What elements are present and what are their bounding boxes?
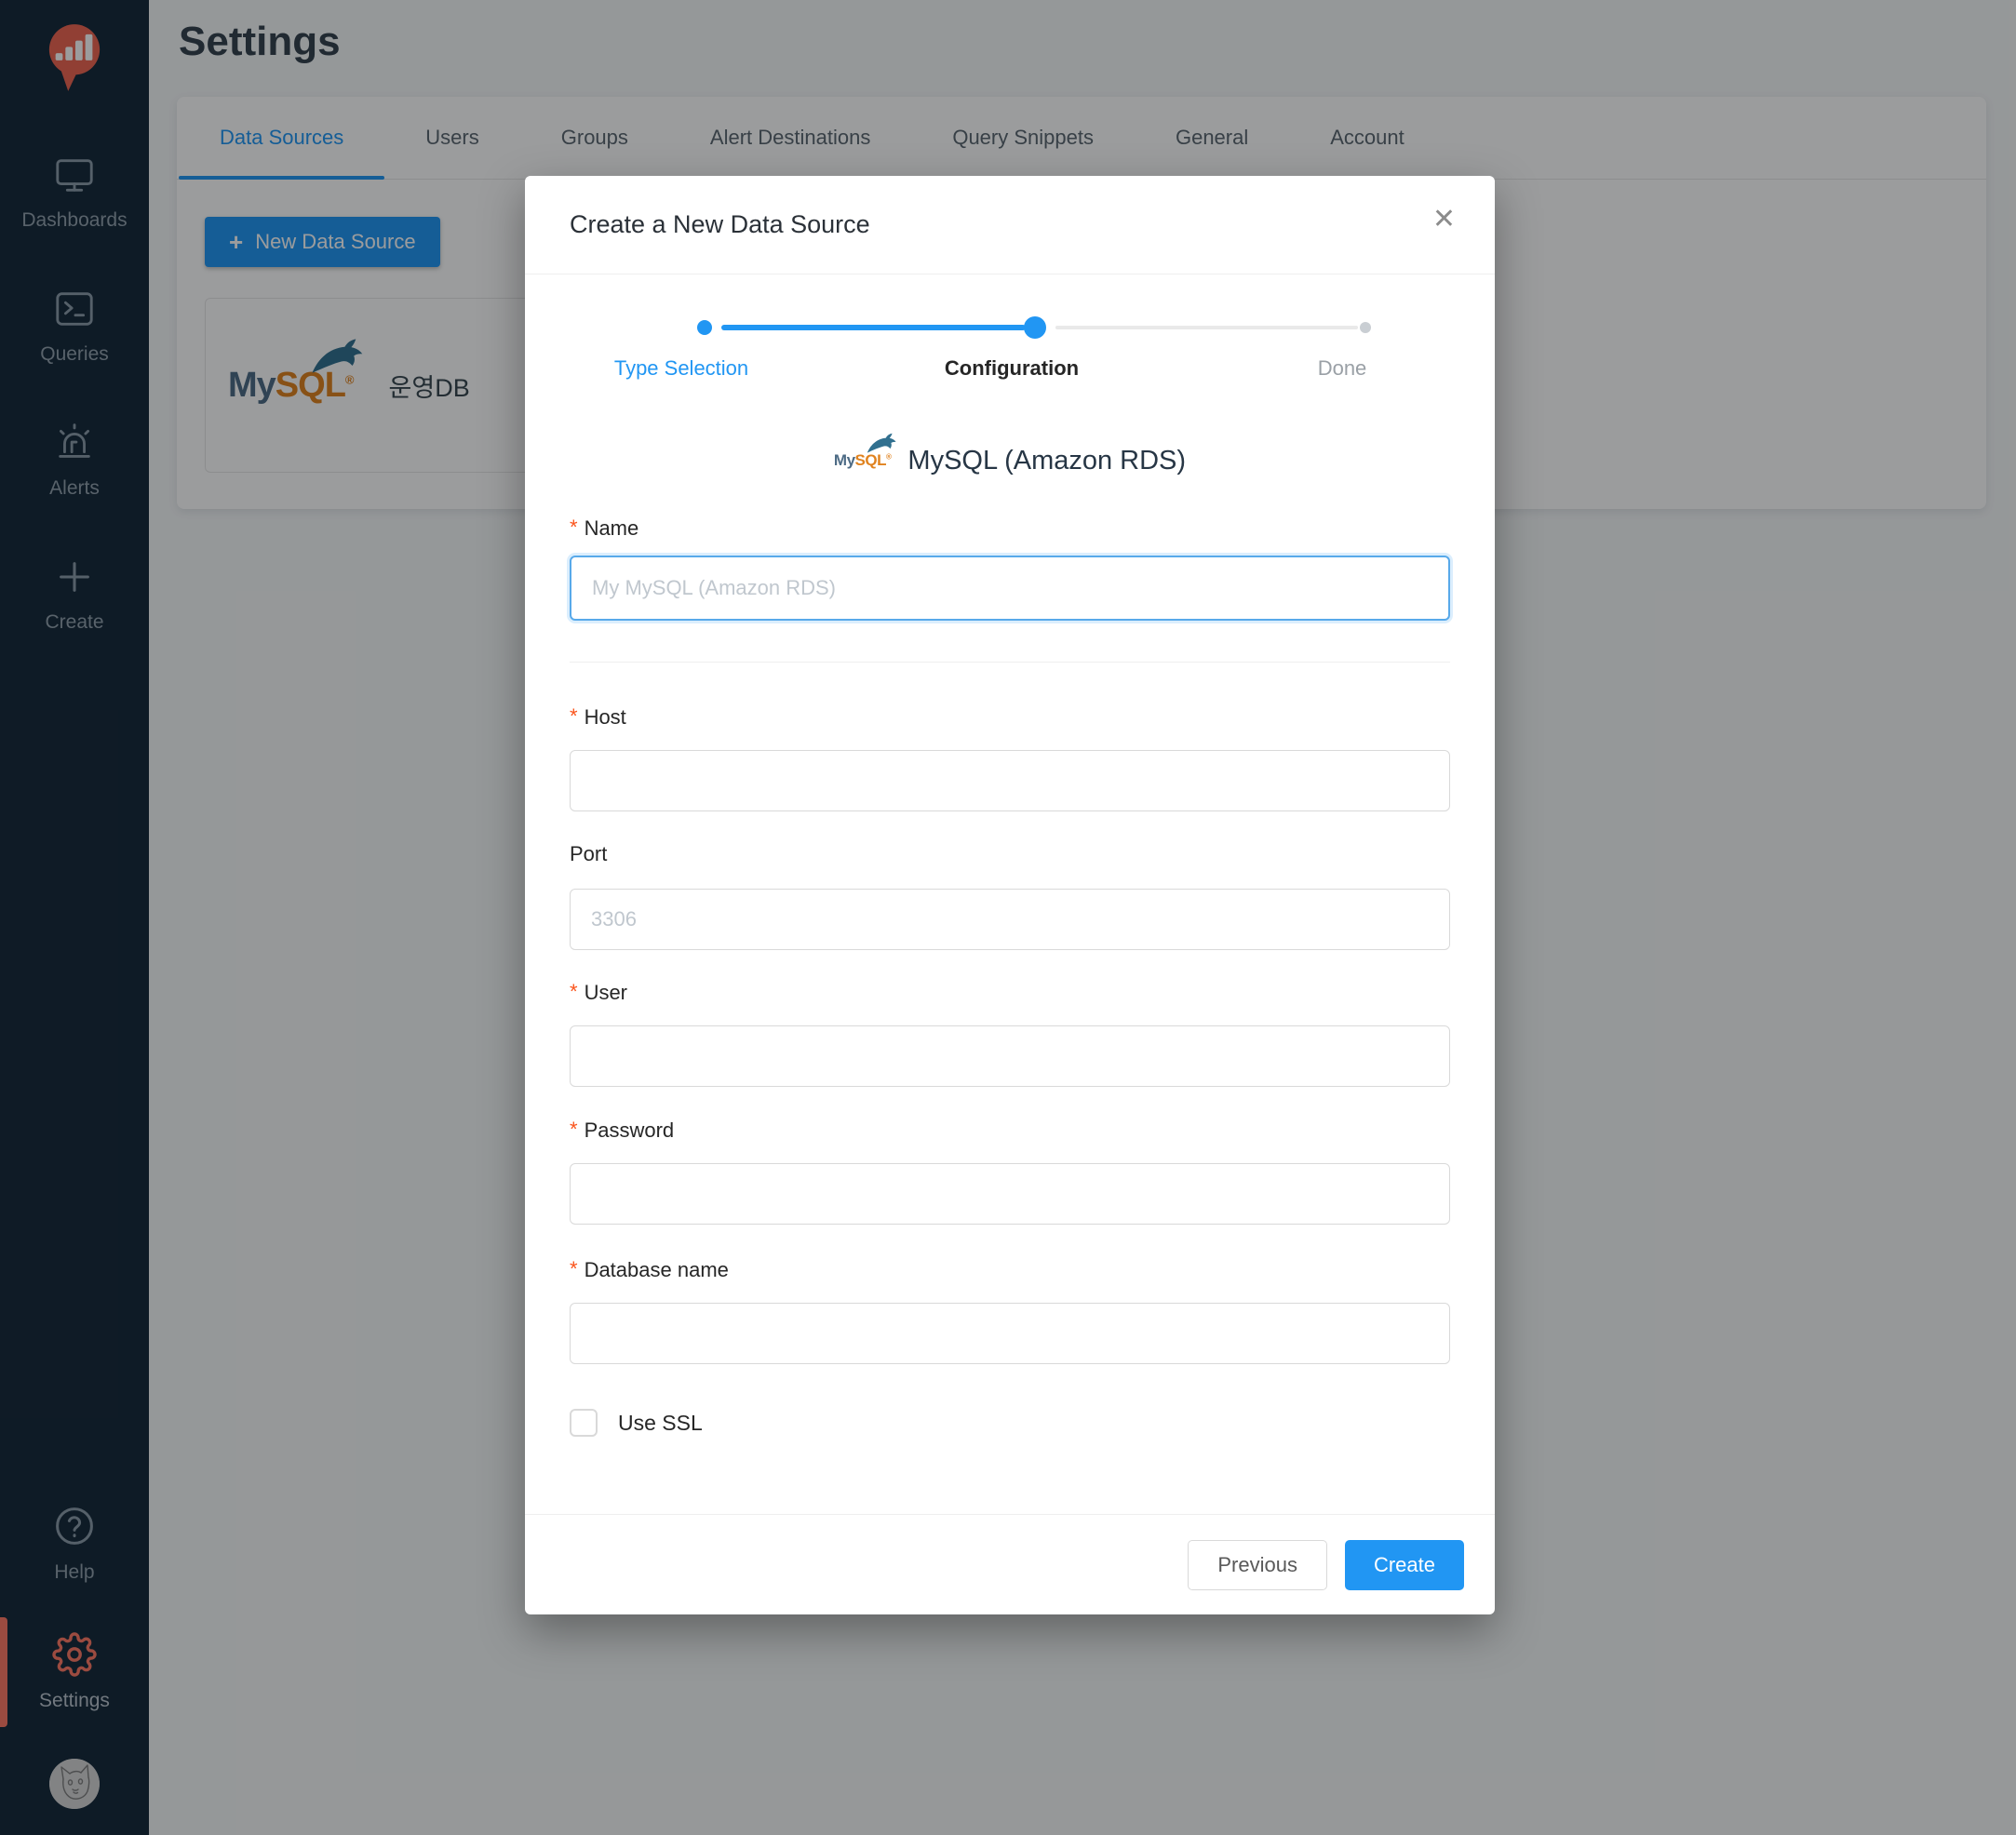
use-ssl-checkbox[interactable] <box>570 1409 598 1437</box>
modal-footer: Previous Create <box>525 1514 1495 1614</box>
modal-title: Create a New Data Source <box>570 210 870 239</box>
port-input[interactable] <box>570 889 1450 950</box>
form-divider <box>570 662 1450 663</box>
modal-header: Create a New Data Source <box>525 176 1495 275</box>
use-ssl-label: Use SSL <box>618 1411 703 1436</box>
database-name-field-label: * Database name <box>570 1258 1450 1282</box>
database-name-input[interactable] <box>570 1303 1450 1364</box>
password-input[interactable] <box>570 1163 1450 1225</box>
step-dot-configuration <box>1024 316 1046 339</box>
password-field-label: * Password <box>570 1118 1450 1143</box>
host-input[interactable] <box>570 750 1450 811</box>
step-dot-type-selection[interactable] <box>697 320 712 335</box>
create-data-source-modal: Create a New Data Source ✕ Type Selectio… <box>525 176 1495 1614</box>
step-dot-done <box>1360 322 1371 333</box>
source-title: MySQL (Amazon RDS) <box>907 446 1186 476</box>
required-marker: * <box>570 980 578 1004</box>
required-marker: * <box>570 516 578 540</box>
step-label-type-selection[interactable]: Type Selection <box>542 356 821 381</box>
step-label-configuration: Configuration <box>872 356 1151 381</box>
user-input[interactable] <box>570 1025 1450 1087</box>
steps-progress: Type Selection Configuration Done <box>570 275 1450 440</box>
required-marker: * <box>570 1118 578 1142</box>
previous-button[interactable]: Previous <box>1188 1540 1327 1590</box>
close-icon[interactable]: ✕ <box>1432 206 1456 234</box>
mysql-logo: MySQL® <box>834 451 891 470</box>
required-marker: * <box>570 704 578 729</box>
step-line-finished <box>721 325 1026 330</box>
name-field-label: * Name <box>570 516 1450 541</box>
name-input[interactable] <box>570 556 1450 621</box>
step-label-done: Done <box>1203 356 1482 381</box>
create-button[interactable]: Create <box>1345 1540 1464 1590</box>
use-ssl-row: Use SSL <box>570 1409 1450 1437</box>
required-marker: * <box>570 1257 578 1281</box>
mysql-dolphin-icon <box>865 433 898 460</box>
port-field-label: Port <box>570 842 1450 866</box>
host-field-label: * Host <box>570 705 1450 730</box>
source-type-header: MySQL® MySQL (Amazon RDS) <box>570 440 1450 481</box>
user-field-label: * User <box>570 981 1450 1005</box>
step-line-waiting <box>1055 326 1358 329</box>
